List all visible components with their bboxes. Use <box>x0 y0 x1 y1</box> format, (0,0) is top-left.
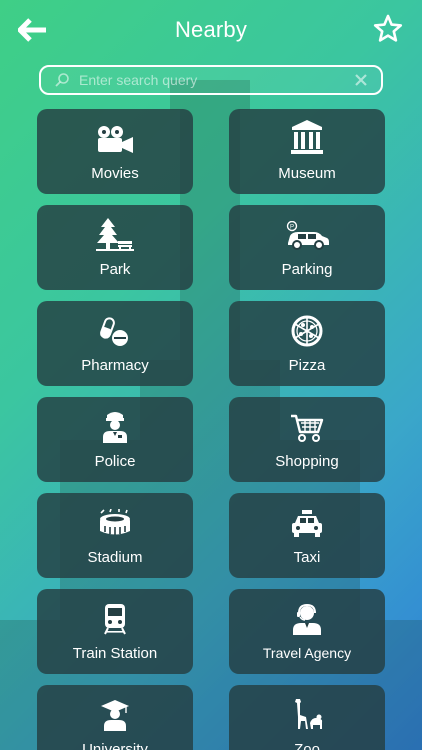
category-label: Police <box>94 453 136 470</box>
search-input[interactable] <box>73 67 351 93</box>
category-label: Movies <box>91 165 139 182</box>
category-label: Train Station <box>72 645 158 662</box>
page-title: Nearby <box>174 17 248 42</box>
category-train-station[interactable]: Train Station <box>37 589 193 674</box>
category-label: Parking <box>281 261 333 278</box>
svg-text:P: P <box>290 225 294 231</box>
favorite-button[interactable] <box>372 13 404 45</box>
header-bar: Nearby <box>0 0 422 60</box>
category-zoo[interactable]: Zoo <box>229 685 385 750</box>
category-police[interactable]: Police <box>37 397 193 482</box>
category-stadium[interactable]: Stadium <box>37 493 193 578</box>
category-taxi[interactable]: Taxi <box>229 493 385 578</box>
tree-bench-icon <box>96 205 134 255</box>
category-grid: Movies Museum Park P Parking Pharmacy Pi… <box>37 109 385 750</box>
back-arrow-icon <box>18 18 46 42</box>
graduation-cap-icon <box>100 685 130 735</box>
category-museum[interactable]: Museum <box>229 109 385 194</box>
category-parking[interactable]: P Parking <box>229 205 385 290</box>
travel-agent-icon <box>292 589 322 639</box>
museum-icon <box>290 109 324 159</box>
category-label: Park <box>99 261 131 278</box>
category-label: Shopping <box>275 453 339 470</box>
category-label: Stadium <box>87 549 143 566</box>
giraffe-icon <box>290 685 324 735</box>
pills-icon <box>100 301 130 351</box>
category-label: Pizza <box>288 357 326 374</box>
category-travel-agency[interactable]: Travel Agency <box>229 589 385 674</box>
taxi-icon <box>290 493 324 543</box>
category-shopping[interactable]: Shopping <box>229 397 385 482</box>
category-movies[interactable]: Movies <box>37 109 193 194</box>
police-officer-icon <box>101 397 129 447</box>
category-label: University <box>82 741 148 750</box>
star-icon <box>373 14 403 42</box>
category-pharmacy[interactable]: Pharmacy <box>37 301 193 386</box>
stadium-icon <box>98 493 132 543</box>
category-label: Zoo <box>294 741 320 750</box>
train-icon <box>103 589 127 639</box>
category-label: Travel Agency <box>262 645 352 661</box>
category-label: Museum <box>278 165 336 182</box>
search-bar <box>39 65 383 95</box>
category-label: Taxi <box>293 549 321 566</box>
pizza-icon <box>291 301 323 351</box>
search-icon <box>51 69 73 91</box>
clear-search-button[interactable] <box>351 70 371 90</box>
category-pizza[interactable]: Pizza <box>229 301 385 386</box>
category-park[interactable]: Park <box>37 205 193 290</box>
category-label: Pharmacy <box>81 357 149 374</box>
back-button[interactable] <box>16 15 50 45</box>
shopping-cart-icon <box>290 397 324 447</box>
close-icon <box>355 74 367 86</box>
parking-car-icon: P <box>284 205 330 255</box>
film-camera-icon <box>95 109 135 159</box>
category-university[interactable]: University <box>37 685 193 750</box>
